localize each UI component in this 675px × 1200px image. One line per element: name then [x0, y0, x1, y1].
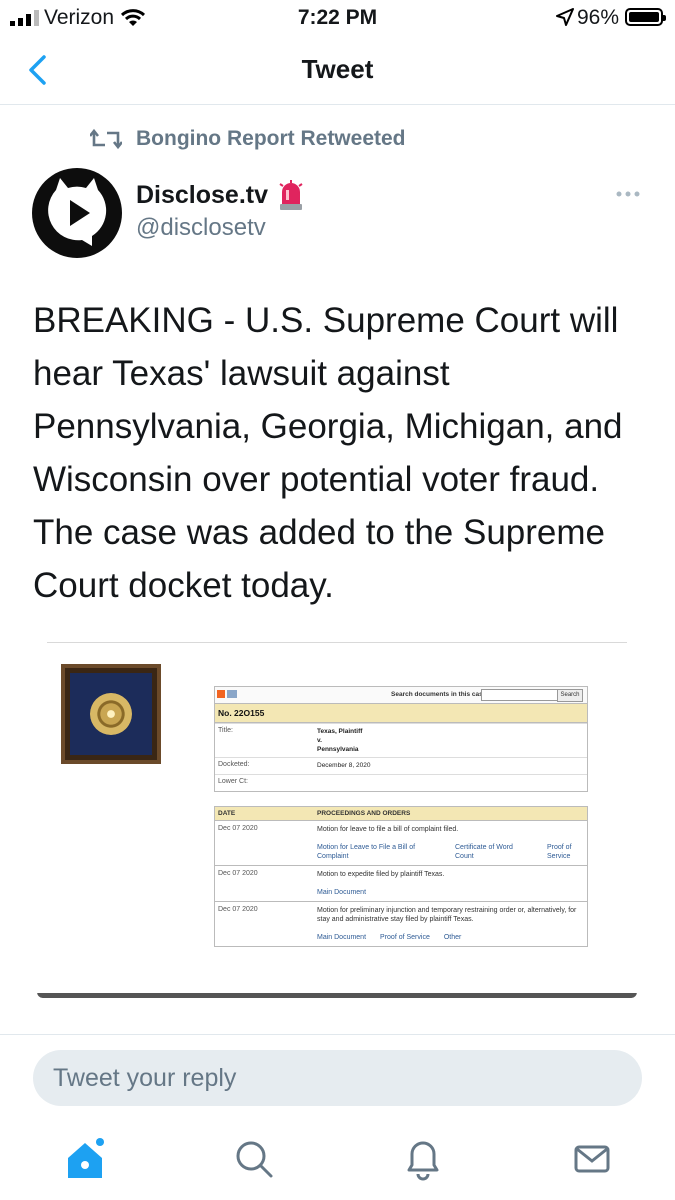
nav-header: Tweet	[0, 36, 675, 105]
messages-icon[interactable]	[567, 1134, 617, 1184]
siren-icon	[279, 180, 303, 210]
page-title: Tweet	[301, 54, 374, 84]
retweet-label: Bongino Report Retweeted	[136, 127, 406, 150]
retweet-icon	[90, 128, 122, 150]
location-arrow-icon	[556, 8, 574, 26]
divider	[47, 642, 627, 643]
author-name: Disclose.tv	[136, 180, 269, 209]
author-handle[interactable]: @disclosetv	[136, 214, 266, 242]
proceedings-table: DATE PROCEEDINGS AND ORDERS Dec 07 2020 …	[214, 806, 588, 947]
reply-placeholder: Tweet your reply	[53, 1064, 237, 1092]
proceeding-row: Dec 07 2020 Motion for leave to file a b…	[215, 820, 587, 865]
proceeding-row: Dec 07 2020 Motion for preliminary injun…	[215, 901, 587, 946]
tweet-text: BREAKING - U.S. Supreme Court will hear …	[33, 301, 623, 605]
tweet-media[interactable]: Search documents in this case: Search No…	[37, 640, 637, 998]
docket-field-row: Docketed: December 8, 2020	[215, 757, 587, 774]
docket-search-label: Search documents in this case:	[391, 691, 489, 698]
docket-number: No. 22O155	[214, 703, 588, 723]
ellipsis-icon[interactable]	[614, 184, 644, 204]
home-icon[interactable]	[60, 1134, 110, 1184]
media-bottom-edge	[37, 993, 637, 998]
docket-search-box	[481, 689, 558, 701]
proceeding-row: Dec 07 2020 Motion to expedite filed by …	[215, 865, 587, 901]
mail-icon	[227, 690, 237, 698]
play-bubble-logo	[48, 178, 107, 246]
author-name-row[interactable]: Disclose.tv	[136, 180, 304, 210]
avatar[interactable]	[32, 168, 122, 258]
docket-search-bar: Search documents in this case: Search	[214, 686, 588, 703]
tab-bar	[0, 1130, 675, 1190]
notifications-icon[interactable]	[398, 1134, 448, 1184]
docket-fields: Title: Texas, Plaintiff v. Pennsylvania …	[214, 723, 588, 792]
docket-field-row: Title: Texas, Plaintiff v. Pennsylvania	[215, 723, 587, 757]
framed-rosette-image	[61, 664, 161, 764]
docket-search-button: Search	[557, 689, 583, 702]
docket-screenshot: Search documents in this case: Search No…	[214, 686, 588, 947]
battery-percent: 96%	[576, 6, 619, 29]
status-bar: Verizon 7:22 PM 96%	[0, 0, 675, 36]
reply-input[interactable]: Tweet your reply	[33, 1050, 642, 1106]
retweet-context[interactable]: Bongino Report Retweeted	[90, 124, 406, 154]
docket-field-row: Lower Ct:	[215, 774, 587, 791]
rss-icon	[217, 690, 225, 698]
search-icon[interactable]	[229, 1134, 279, 1184]
divider	[0, 1034, 675, 1035]
battery-icon	[625, 8, 666, 26]
proceedings-header: DATE PROCEEDINGS AND ORDERS	[215, 807, 587, 820]
